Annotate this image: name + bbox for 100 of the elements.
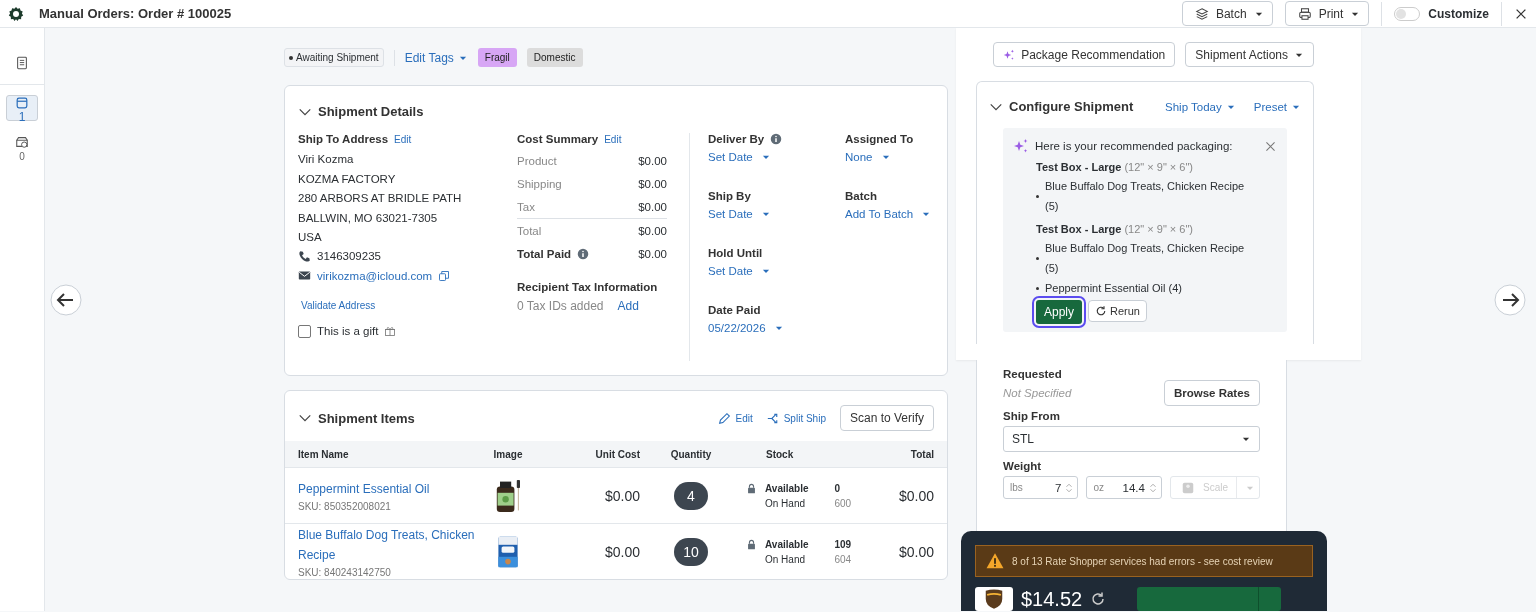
cost-label: Total: [517, 224, 542, 237]
stepper-icon: [1147, 482, 1158, 493]
scan-button[interactable]: Scan to Verify: [839, 405, 934, 431]
split-ship-link[interactable]: Split Ship: [766, 411, 826, 425]
sparkle-icon: [1003, 48, 1016, 61]
total-cost: $0.00: [897, 487, 934, 504]
stock-label: Available: [765, 538, 810, 550]
weight-field[interactable]: lbs 7: [1003, 476, 1079, 499]
rate-price: $14.52: [1021, 587, 1083, 611]
stock-value: 600: [834, 497, 853, 509]
status-badge: Awaiting Shipment: [284, 48, 384, 67]
box-name: Test Box - Large (12" × 9" × 6"): [1036, 160, 1195, 175]
edit-link[interactable]: Edit: [604, 134, 622, 145]
phone-number: 3146309235: [317, 249, 381, 265]
scale-icon: [1180, 480, 1195, 495]
document-icon: [15, 56, 29, 70]
ship-today-dropdown[interactable]: Ship Today: [1165, 100, 1236, 113]
unit-cost: $0.00: [603, 543, 640, 560]
batch-button[interactable]: Batch: [1181, 1, 1273, 26]
column-header: Total: [909, 448, 934, 460]
field-label: Ship From: [1003, 410, 1061, 422]
cost-value: $0.00: [638, 154, 667, 167]
date-dropdown[interactable]: Set Date: [708, 265, 845, 277]
validate-address-link[interactable]: Validate Address: [301, 299, 517, 311]
dropdown-link[interactable]: Add To Batch: [845, 208, 932, 220]
gift-icon: [384, 325, 397, 337]
stock-label: On Hand: [765, 553, 807, 565]
field-label: Cost Summary: [517, 133, 599, 145]
print-button[interactable]: Print: [1284, 1, 1370, 26]
copy-icon[interactable]: [438, 269, 451, 282]
column-header: Item Name: [298, 448, 350, 460]
requested-value: Not Specified: [1003, 387, 1072, 399]
tax-count: 0 Tax IDs added: [517, 299, 604, 313]
nav-item[interactable]: 1: [6, 95, 38, 121]
address-line: KOZMA FACTORY: [298, 171, 397, 187]
logo-icon: [8, 5, 24, 22]
package-recommendation-button[interactable]: Package Recommendation: [993, 42, 1176, 67]
recommendation-heading: Here is your recommended packaging:: [1035, 140, 1233, 152]
address-line: Viri Kozma: [298, 152, 355, 167]
refresh-icon: [1095, 305, 1108, 317]
quantity-badge: 10: [674, 537, 708, 566]
edit-link[interactable]: Edit: [718, 411, 753, 425]
quantity-badge: 4: [674, 481, 708, 510]
ship-from-select[interactable]: STL: [1003, 426, 1260, 452]
mail-icon: [298, 269, 311, 283]
dropdown-link[interactable]: None: [845, 151, 932, 163]
field-label: Ship By: [708, 190, 751, 202]
edit-link[interactable]: Edit: [394, 134, 412, 145]
unit-cost: $0.00: [603, 487, 640, 504]
checkbox[interactable]: [298, 324, 311, 338]
date-dropdown[interactable]: 05/22/2026: [708, 322, 845, 334]
cost-value: $0.00: [638, 247, 667, 260]
warning-icon: [986, 552, 1004, 570]
field-label: Requested: [1003, 368, 1063, 380]
sparkle-icon: [1013, 138, 1029, 154]
date-dropdown[interactable]: Set Date: [708, 208, 845, 220]
cost-label: Tax: [517, 200, 535, 213]
address-line: BALLWIN, MO 63021-7305: [298, 210, 439, 226]
page-title: Manual Orders: Order # 100025: [39, 6, 232, 21]
previous-button[interactable]: [50, 283, 82, 316]
toggle-switch[interactable]: [1394, 6, 1421, 21]
rerun-button[interactable]: Rerun: [1088, 300, 1147, 322]
preset-dropdown[interactable]: Preset: [1253, 100, 1301, 113]
info-icon: [577, 247, 590, 260]
sku-text: SKU: 840243142750: [298, 567, 392, 578]
lock-icon: [746, 538, 757, 550]
cost-label: Product: [517, 154, 557, 167]
shield-icon: [983, 588, 1005, 610]
box-name: Test Box - Large (12" × 9" × 6"): [1036, 222, 1195, 237]
weight-field[interactable]: oz 14.4: [1086, 476, 1162, 499]
column-header: Unit Cost: [594, 448, 640, 460]
item-link[interactable]: Peppermint Essential Oil: [298, 479, 430, 499]
cost-value: $0.00: [638, 200, 667, 213]
section-title: Shipment Items: [318, 410, 415, 426]
field-label: Weight: [1003, 460, 1043, 472]
field-label: Date Paid: [708, 304, 761, 316]
browse-rates-button[interactable]: Browse Rates: [1163, 380, 1260, 406]
column-header: Quantity: [669, 448, 713, 460]
nav-item[interactable]: 0: [6, 129, 38, 168]
address-line: USA: [298, 230, 323, 245]
refresh-icon[interactable]: [1090, 591, 1107, 607]
stock-label: Available: [765, 482, 810, 494]
field-label: Batch: [845, 190, 878, 202]
stock-label: On Hand: [765, 497, 807, 509]
next-button[interactable]: [1494, 283, 1526, 316]
total-cost: $0.00: [897, 543, 934, 560]
shipment-actions-button[interactable]: Shipment Actions: [1185, 42, 1314, 67]
date-dropdown[interactable]: Set Date: [708, 151, 845, 163]
checkbox-label: This is a gift: [317, 325, 379, 337]
stepper-icon: [1064, 482, 1075, 493]
item-link[interactable]: Blue Buffalo Dog Treats, Chicken Recipe: [298, 525, 478, 565]
printer-icon: [1297, 6, 1312, 21]
address-line: 280 ARBORS AT BRIDLE PATH: [298, 191, 463, 206]
field-label: Deliver By: [708, 133, 765, 145]
column-header: Image: [492, 448, 524, 460]
add-link[interactable]: Add: [617, 299, 639, 313]
warning-text: 8 of 13 Rate Shopper services had errors - see cost review: [1012, 555, 1273, 567]
email-link[interactable]: virikozma@icloud.com: [317, 265, 433, 286]
edit-tags-link[interactable]: Edit Tags: [404, 50, 468, 65]
field-label: Assigned To: [845, 133, 915, 145]
